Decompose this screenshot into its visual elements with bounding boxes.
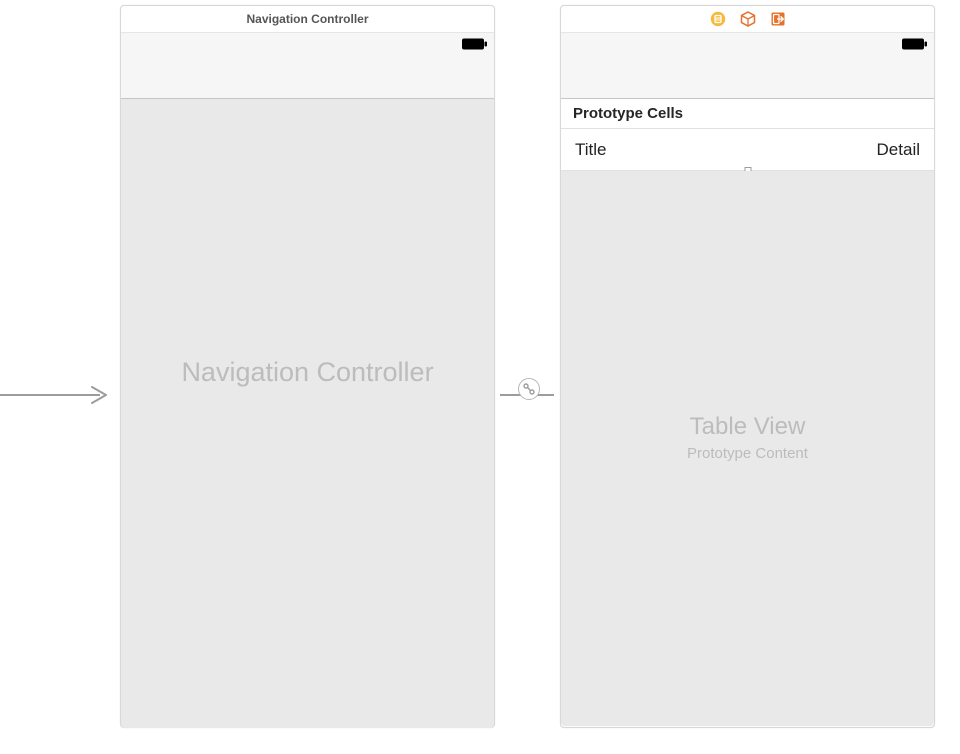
exit-icon[interactable]: [770, 11, 786, 27]
prototype-cell[interactable]: Title Detail: [561, 129, 934, 171]
table-view-body[interactable]: Table View Prototype Content: [561, 171, 934, 726]
first-responder-icon[interactable]: [740, 11, 756, 27]
prototype-cells-header: Prototype Cells: [561, 99, 934, 129]
table-view-subplaceholder: Prototype Content: [561, 445, 934, 462]
status-bar: [121, 33, 494, 53]
cell-title-label: Title: [575, 140, 607, 160]
scene-dock-left[interactable]: Navigation Controller: [121, 6, 494, 33]
storyboard-entry-arrow[interactable]: [0, 386, 112, 402]
table-view-placeholder: Table View: [561, 413, 934, 441]
status-bar: [561, 33, 934, 53]
navigation-controller-scene[interactable]: Navigation Controller Navigation Control…: [120, 5, 495, 728]
relationship-segue-icon[interactable]: [518, 378, 540, 400]
scene-dock-right[interactable]: [561, 6, 934, 33]
battery-icon: [902, 37, 928, 49]
prototype-cells-label: Prototype Cells: [573, 105, 683, 122]
nav-controller-content[interactable]: Navigation Controller: [121, 99, 494, 728]
nav-controller-placeholder: Navigation Controller: [121, 357, 494, 388]
cell-detail-label: Detail: [877, 140, 920, 160]
battery-icon: [462, 37, 488, 49]
navigation-bar[interactable]: [121, 53, 494, 99]
view-controller-icon[interactable]: [710, 11, 726, 27]
navigation-bar[interactable]: [561, 53, 934, 99]
scene-dock-title: Navigation Controller: [246, 12, 368, 26]
table-view-controller-scene[interactable]: Prototype Cells Title Detail Table View …: [560, 5, 935, 728]
